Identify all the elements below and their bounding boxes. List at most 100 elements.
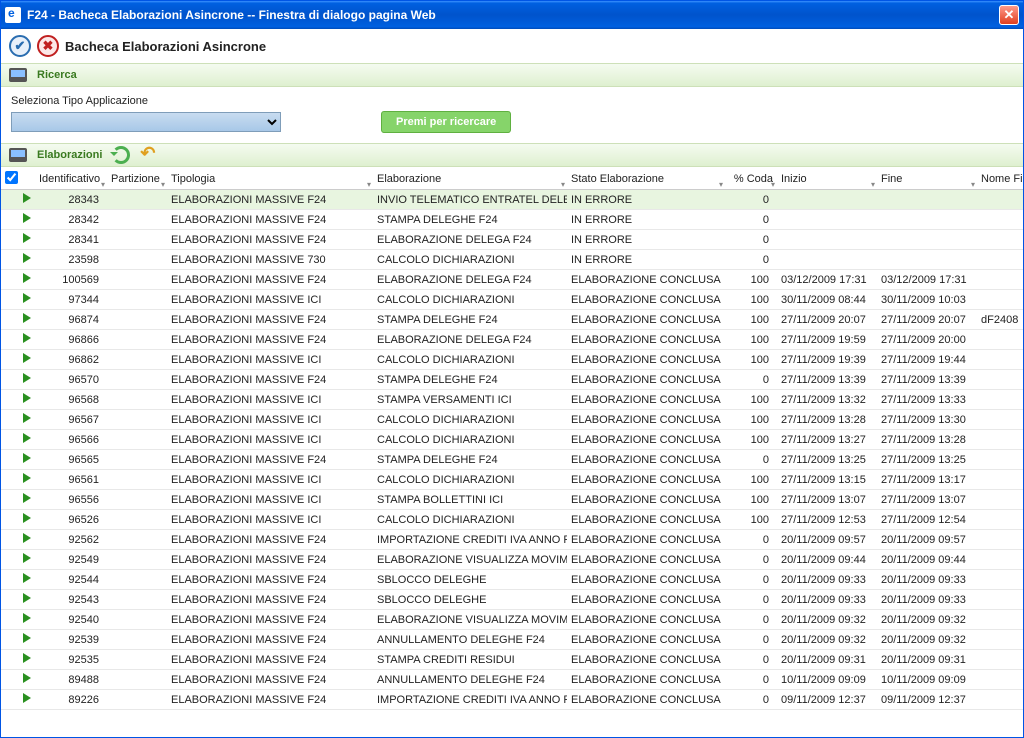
undo-icon[interactable] [140,147,160,163]
col-nome[interactable]: Nome Fi [977,167,1023,190]
play-icon[interactable] [23,233,31,243]
cell-fine: 27/11/2009 13:07 [877,490,977,510]
table-row[interactable]: 28343ELABORAZIONI MASSIVE F24INVIO TELEM… [1,190,1023,210]
play-icon[interactable] [23,253,31,263]
play-icon[interactable] [23,473,31,483]
table-row[interactable]: 89226ELABORAZIONI MASSIVE F24IMPORTAZION… [1,690,1023,710]
table-row[interactable]: 92535ELABORAZIONI MASSIVE F24STAMPA CRED… [1,650,1023,670]
cell-fine [877,230,977,250]
cell-fine: 20/11/2009 09:33 [877,590,977,610]
table-row[interactable]: 23598ELABORAZIONI MASSIVE 730CALCOLO DIC… [1,250,1023,270]
col-stato[interactable]: Stato Elaborazione▾ [567,167,725,190]
cell-fine: 10/11/2009 09:09 [877,670,977,690]
table-row[interactable]: 96565ELABORAZIONI MASSIVE F24STAMPA DELE… [1,450,1023,470]
play-icon[interactable] [23,413,31,423]
table-row[interactable]: 96556ELABORAZIONI MASSIVE ICISTAMPA BOLL… [1,490,1023,510]
cell-inizio: 20/11/2009 09:33 [777,590,877,610]
col-coda[interactable]: % Coda▾ [725,167,777,190]
table-row[interactable]: 96570ELABORAZIONI MASSIVE F24STAMPA DELE… [1,370,1023,390]
play-icon[interactable] [23,433,31,443]
play-icon[interactable] [23,193,31,203]
play-icon[interactable] [23,493,31,503]
col-elab[interactable]: Elaborazione▾ [373,167,567,190]
table-row[interactable]: 89488ELABORAZIONI MASSIVE F24ANNULLAMENT… [1,670,1023,690]
play-icon[interactable] [23,293,31,303]
play-icon[interactable] [23,393,31,403]
table-row[interactable]: 96561ELABORAZIONI MASSIVE ICICALCOLO DIC… [1,470,1023,490]
play-icon[interactable] [23,653,31,663]
cell-tip: ELABORAZIONI MASSIVE F24 [167,570,373,590]
table-row[interactable]: 96568ELABORAZIONI MASSIVE ICISTAMPA VERS… [1,390,1023,410]
table-row[interactable]: 92539ELABORAZIONI MASSIVE F24ANNULLAMENT… [1,630,1023,650]
cell-fine: 27/11/2009 13:17 [877,470,977,490]
cell-stato: ELABORAZIONE CONCLUSA [567,490,725,510]
table-row[interactable]: 92562ELABORAZIONI MASSIVE F24IMPORTAZION… [1,530,1023,550]
col-fine[interactable]: Fine▾ [877,167,977,190]
cell-stato: ELABORAZIONE CONCLUSA [567,450,725,470]
play-icon[interactable] [23,633,31,643]
play-icon[interactable] [23,333,31,343]
table-row[interactable]: 96866ELABORAZIONI MASSIVE F24ELABORAZION… [1,330,1023,350]
cell-stato: IN ERRORE [567,250,725,270]
select-all-header[interactable] [1,167,19,190]
search-section-bar: Ricerca [1,63,1023,87]
table-row[interactable]: 28341ELABORAZIONI MASSIVE F24ELABORAZION… [1,230,1023,250]
cell-part [107,410,167,430]
play-icon[interactable] [23,613,31,623]
play-icon[interactable] [23,273,31,283]
col-part[interactable]: Partizione▾ [107,167,167,190]
cell-tip: ELABORAZIONI MASSIVE F24 [167,530,373,550]
col-tip[interactable]: Tipologia▾ [167,167,373,190]
cell-tip: ELABORAZIONI MASSIVE F24 [167,650,373,670]
table-row[interactable]: 28342ELABORAZIONI MASSIVE F24STAMPA DELE… [1,210,1023,230]
cell-inizio [777,230,877,250]
cell-nome [977,470,1023,490]
cell-elab: CALCOLO DICHIARAZIONI [373,470,567,490]
table-row[interactable]: 92544ELABORAZIONI MASSIVE F24SBLOCCO DEL… [1,570,1023,590]
refresh-icon[interactable] [112,146,130,164]
cell-id: 96556 [35,490,107,510]
cell-id: 23598 [35,250,107,270]
close-button[interactable]: ✕ [999,5,1019,25]
search-button[interactable]: Premi per ricercare [381,111,511,133]
cell-id: 96874 [35,310,107,330]
cell-id: 96862 [35,350,107,370]
table-row[interactable]: 96567ELABORAZIONI MASSIVE ICICALCOLO DIC… [1,410,1023,430]
cell-part [107,590,167,610]
table-row[interactable]: 96862ELABORAZIONI MASSIVE ICICALCOLO DIC… [1,350,1023,370]
cell-coda: 100 [725,330,777,350]
cell-id: 96566 [35,430,107,450]
confirm-button[interactable]: ✔ [9,35,31,57]
play-icon[interactable] [23,313,31,323]
play-icon[interactable] [23,533,31,543]
play-icon[interactable] [23,353,31,363]
table-row[interactable]: 92543ELABORAZIONI MASSIVE F24SBLOCCO DEL… [1,590,1023,610]
table-row[interactable]: 96566ELABORAZIONI MASSIVE ICICALCOLO DIC… [1,430,1023,450]
cell-inizio: 27/11/2009 13:07 [777,490,877,510]
application-type-select[interactable] [11,112,281,132]
table-row[interactable]: 100569ELABORAZIONI MASSIVE F24ELABORAZIO… [1,270,1023,290]
cell-part [107,370,167,390]
cell-fine [877,250,977,270]
play-icon[interactable] [23,573,31,583]
play-icon[interactable] [23,553,31,563]
select-all-checkbox[interactable] [5,171,18,184]
play-icon[interactable] [23,593,31,603]
cell-part [107,510,167,530]
col-id[interactable]: Identificativo▾ [35,167,107,190]
table-row[interactable]: 96874ELABORAZIONI MASSIVE F24STAMPA DELE… [1,310,1023,330]
col-inizio[interactable]: Inizio▾ [777,167,877,190]
play-icon[interactable] [23,213,31,223]
table-row[interactable]: 92549ELABORAZIONI MASSIVE F24ELABORAZION… [1,550,1023,570]
play-icon[interactable] [23,373,31,383]
cell-stato: ELABORAZIONE CONCLUSA [567,430,725,450]
cell-part [107,470,167,490]
play-icon[interactable] [23,453,31,463]
play-icon[interactable] [23,693,31,703]
cancel-button[interactable]: ✖ [37,35,59,57]
table-row[interactable]: 97344ELABORAZIONI MASSIVE ICICALCOLO DIC… [1,290,1023,310]
table-row[interactable]: 92540ELABORAZIONI MASSIVE F24ELABORAZION… [1,610,1023,630]
table-row[interactable]: 96526ELABORAZIONI MASSIVE ICICALCOLO DIC… [1,510,1023,530]
play-icon[interactable] [23,513,31,523]
play-icon[interactable] [23,673,31,683]
